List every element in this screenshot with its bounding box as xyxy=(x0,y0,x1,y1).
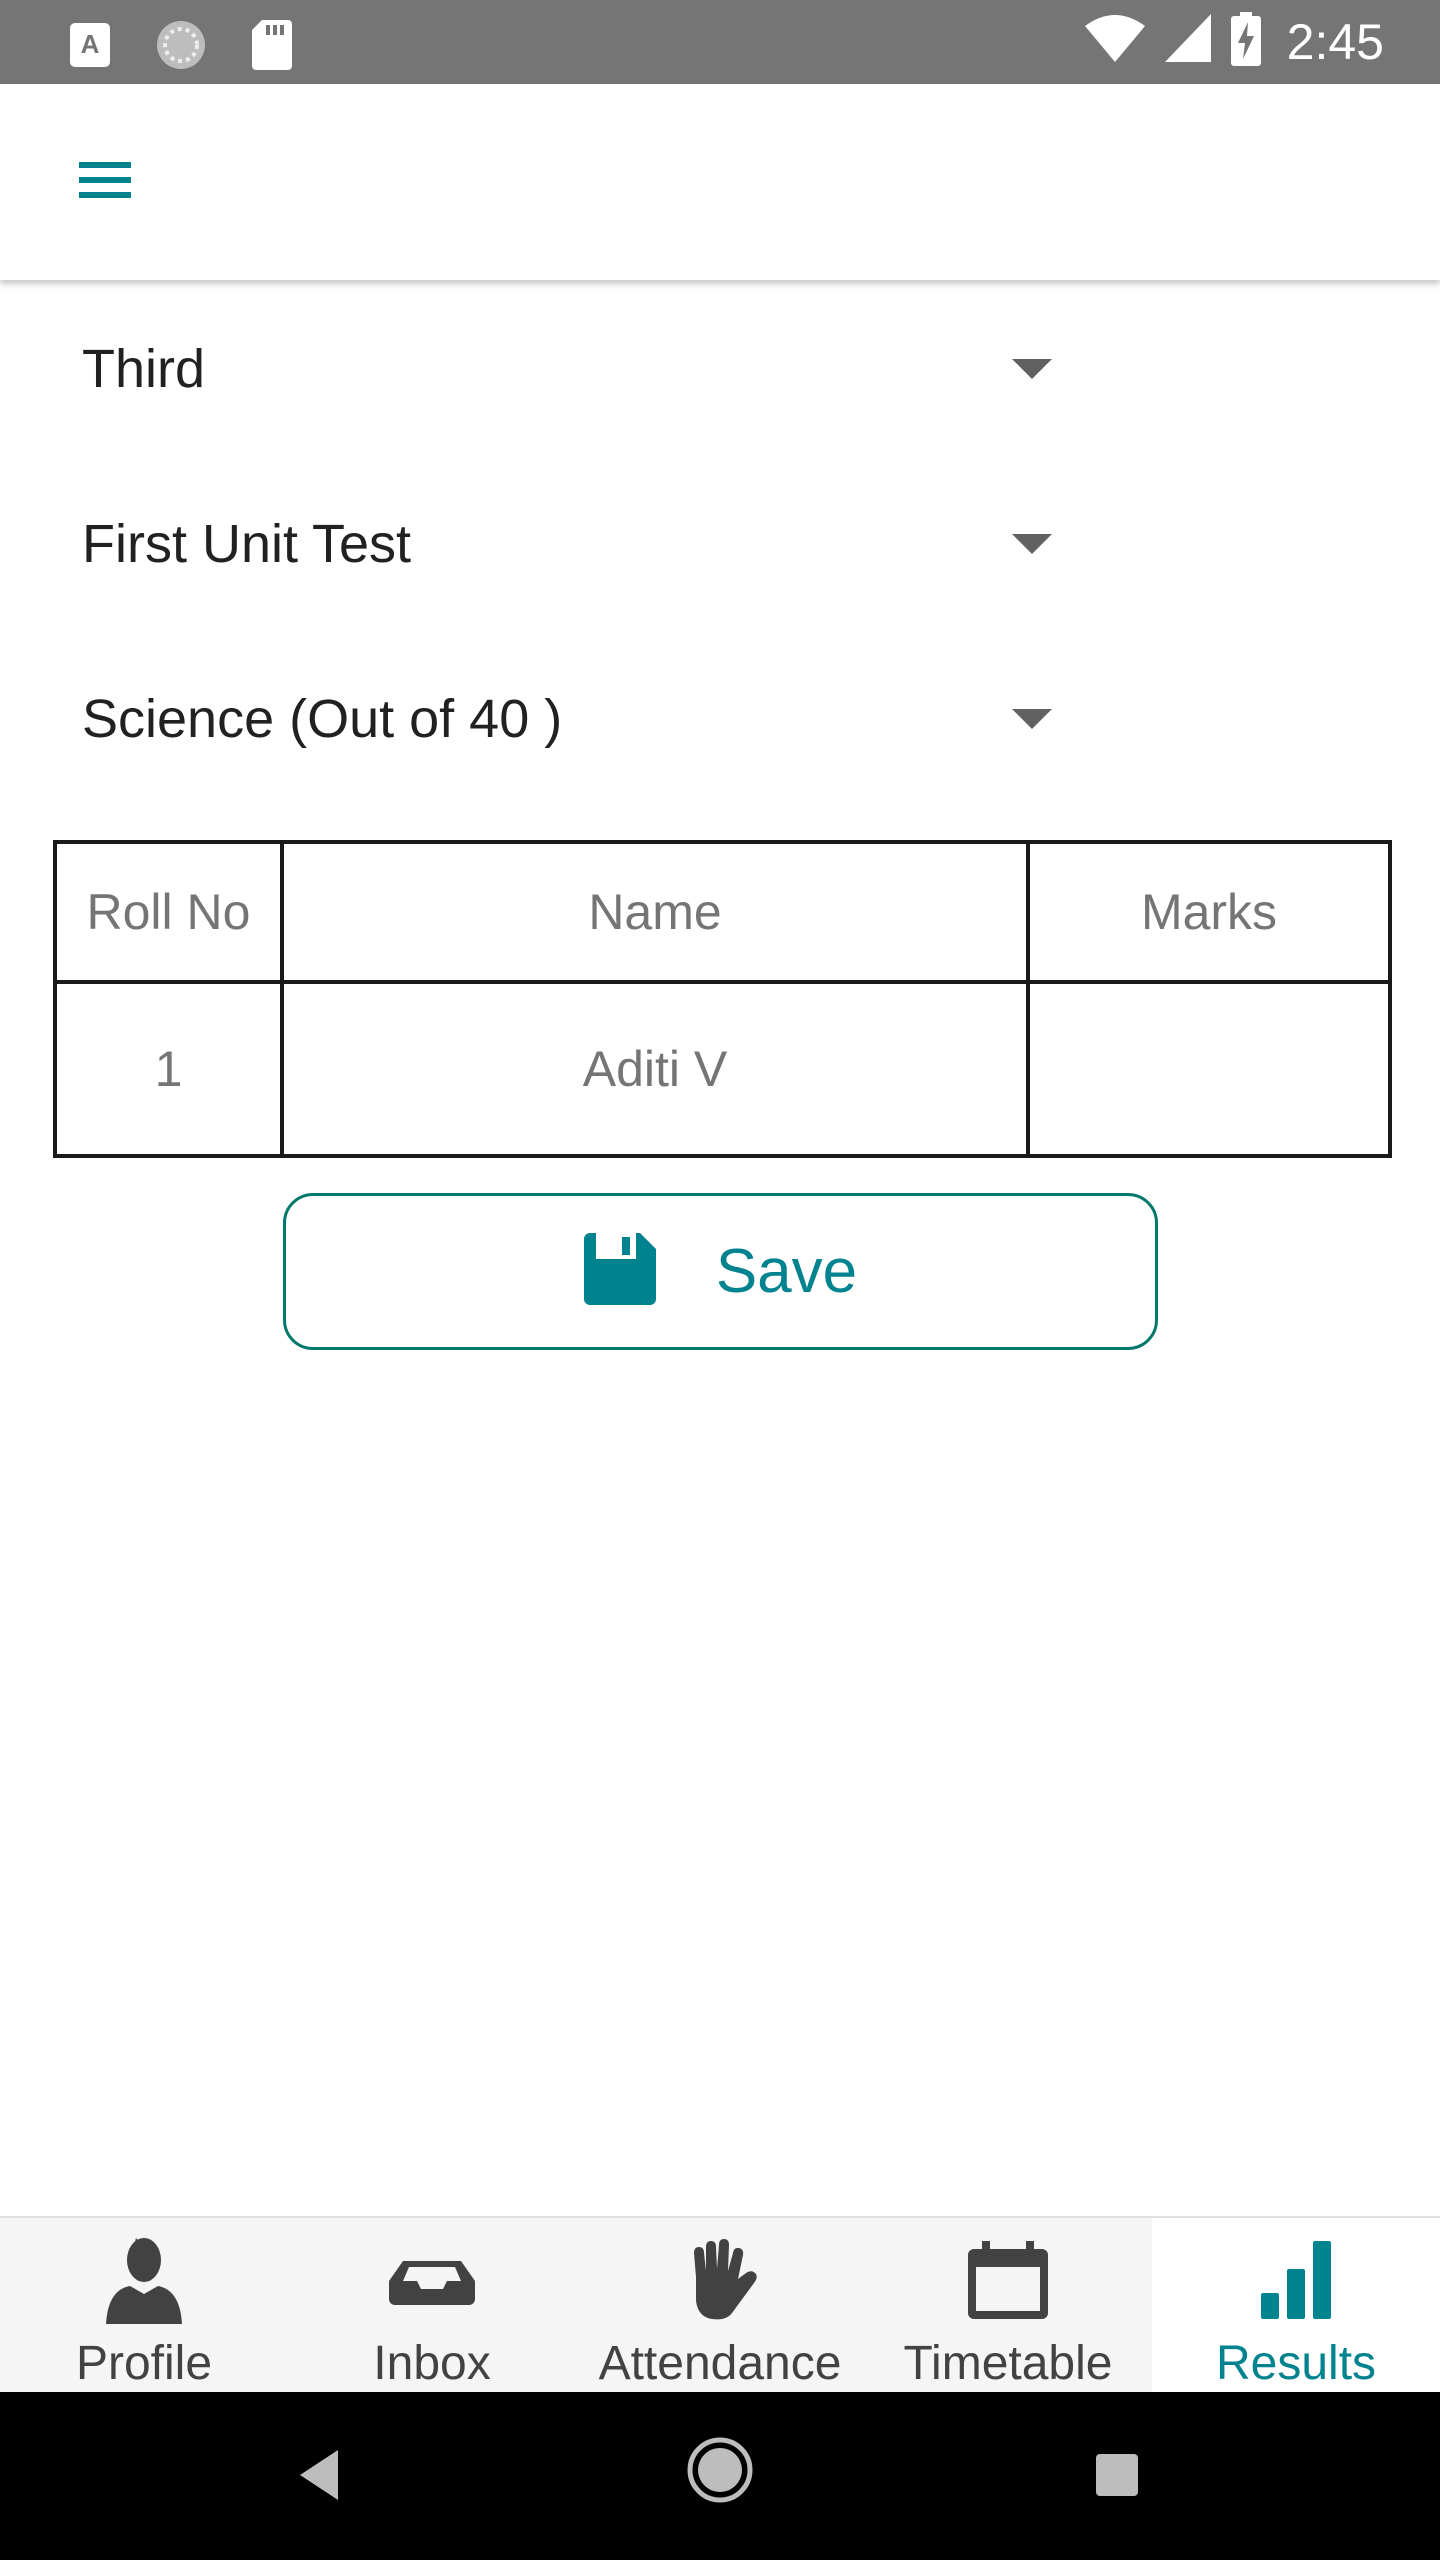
menu-button[interactable] xyxy=(70,154,140,210)
header-name: Name xyxy=(280,840,1030,984)
nav-item-attendance[interactable]: Attendance xyxy=(576,2218,864,2392)
nav-label-inbox: Inbox xyxy=(373,2337,491,2390)
dropdown-arrow-icon xyxy=(1012,359,1052,379)
raised-hand-icon xyxy=(670,2230,770,2330)
dropdown-arrow-icon xyxy=(1012,534,1052,554)
status-time: 2:45 xyxy=(1286,13,1384,70)
table-row: 1 Aditi V xyxy=(53,980,1392,1158)
marks-table: Roll No Name Marks 1 Aditi V xyxy=(53,840,1392,1158)
nav-label-timetable: Timetable xyxy=(903,2337,1113,2390)
nav-label-attendance: Attendance xyxy=(598,2337,842,2390)
exam-dropdown-value: First Unit Test xyxy=(82,514,412,574)
nav-label-results: Results xyxy=(1215,2337,1377,2390)
cell-marks xyxy=(1026,980,1392,1158)
recents-icon[interactable] xyxy=(1096,2454,1138,2496)
class-dropdown-value: Third xyxy=(82,339,206,399)
inbox-tray-icon xyxy=(382,2230,482,2330)
back-icon[interactable] xyxy=(296,2448,344,2507)
dropdown-arrow-icon xyxy=(1012,709,1052,729)
sd-card-icon xyxy=(252,20,292,75)
nav-item-results[interactable]: Results xyxy=(1152,2218,1440,2392)
wifi-icon xyxy=(1084,14,1145,69)
class-dropdown[interactable]: Third xyxy=(82,314,1052,424)
bar-chart-icon xyxy=(1246,2230,1346,2330)
subject-dropdown[interactable]: Science (Out of 40 ) xyxy=(82,664,1052,774)
save-button-label: Save xyxy=(715,1237,858,1306)
signal-icon xyxy=(1164,14,1211,69)
svg-text:A: A xyxy=(81,29,100,59)
nav-item-profile[interactable]: Profile xyxy=(0,2218,288,2392)
text-a-icon: A xyxy=(70,23,110,72)
status-notification-icons: A xyxy=(70,18,292,77)
bottom-nav: Profile Inbox Attendance Timetable Resul… xyxy=(0,2216,1440,2392)
sync-circle-icon xyxy=(154,18,208,77)
status-system-icons: 2:45 xyxy=(1084,12,1384,71)
marks-input[interactable] xyxy=(1030,984,1388,1154)
status-bar: A 2:45 xyxy=(0,0,1440,84)
floppy-disk-icon xyxy=(583,1233,656,1310)
subject-dropdown-value: Science (Out of 40 ) xyxy=(82,689,563,749)
header-marks: Marks xyxy=(1026,840,1392,984)
save-button[interactable]: Save xyxy=(283,1193,1158,1350)
nav-item-inbox[interactable]: Inbox xyxy=(288,2218,576,2392)
table-header-row: Roll No Name Marks xyxy=(53,840,1392,984)
header-roll-no: Roll No xyxy=(53,840,284,984)
battery-charging-icon xyxy=(1230,12,1261,71)
hamburger-menu-icon xyxy=(79,160,131,205)
system-nav-bar xyxy=(0,2392,1440,2560)
nav-label-profile: Profile xyxy=(75,2337,213,2390)
exam-dropdown[interactable]: First Unit Test xyxy=(82,489,1052,599)
cell-roll-no: 1 xyxy=(53,980,284,1158)
calendar-icon xyxy=(958,2230,1058,2330)
home-icon[interactable] xyxy=(686,2436,754,2509)
person-icon xyxy=(94,2230,194,2330)
cell-name: Aditi V xyxy=(280,980,1030,1158)
nav-item-timetable[interactable]: Timetable xyxy=(864,2218,1152,2392)
app-bar xyxy=(0,84,1440,280)
